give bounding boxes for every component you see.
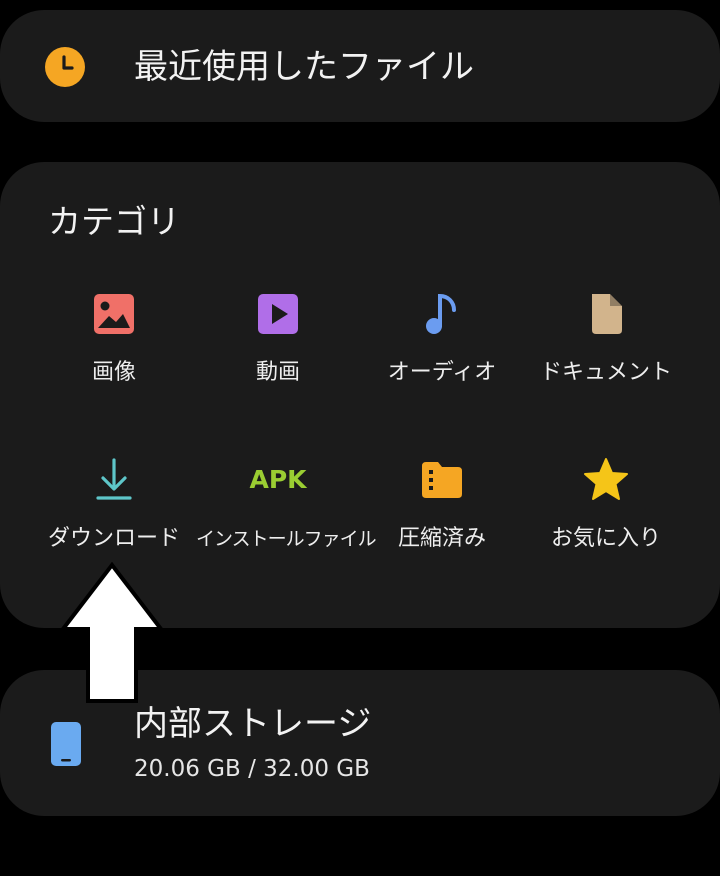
recent-files-label: 最近使用したファイル: [134, 47, 474, 87]
recent-files-card[interactable]: 最近使用したファイル: [0, 10, 720, 122]
category-videos[interactable]: 動画: [196, 290, 360, 410]
music-note-icon: [426, 293, 456, 334]
category-favorites-label: お気に入り: [550, 526, 661, 551]
clock-icon: [45, 47, 85, 87]
category-documents-label: ドキュメント: [539, 360, 672, 385]
document-icon: [592, 294, 622, 334]
internal-storage-title: 内部ストレージ: [134, 704, 372, 744]
category-images[interactable]: 画像: [32, 290, 196, 410]
file-manager-home: 最近使用したファイル カテゴリ 画像 動画 オーディオ ドキュメント ダウンロー…: [0, 0, 720, 876]
category-videos-label: 動画: [255, 360, 300, 385]
category-favorites[interactable]: お気に入り: [524, 456, 688, 576]
apk-icon: APK: [249, 465, 307, 494]
category-downloads[interactable]: ダウンロード: [32, 456, 196, 576]
category-compressed[interactable]: 圧縮済み: [360, 456, 524, 576]
category-downloads-label: ダウンロード: [47, 526, 180, 551]
zip-folder-icon: [422, 462, 462, 498]
star-icon: [584, 458, 628, 500]
category-audio[interactable]: オーディオ: [360, 290, 524, 410]
download-icon: [96, 458, 132, 500]
category-install-files[interactable]: APK インストールファイル: [196, 456, 377, 576]
category-documents[interactable]: ドキュメント: [524, 290, 688, 410]
category-images-label: 画像: [91, 360, 136, 385]
category-install-files-label: インストールファイル: [196, 528, 377, 550]
categories-card: カテゴリ 画像 動画 オーディオ ドキュメント ダウンロード APK インストー…: [0, 162, 720, 628]
up-arrow-icon: [60, 562, 164, 703]
category-audio-label: オーディオ: [387, 360, 497, 385]
category-compressed-label: 圧縮済み: [397, 526, 486, 551]
video-play-icon: [258, 294, 298, 334]
image-icon: [94, 294, 134, 334]
internal-storage-usage: 20.06 GB / 32.00 GB: [134, 756, 370, 782]
phone-icon: [51, 722, 81, 766]
categories-title: カテゴリ: [48, 202, 180, 241]
